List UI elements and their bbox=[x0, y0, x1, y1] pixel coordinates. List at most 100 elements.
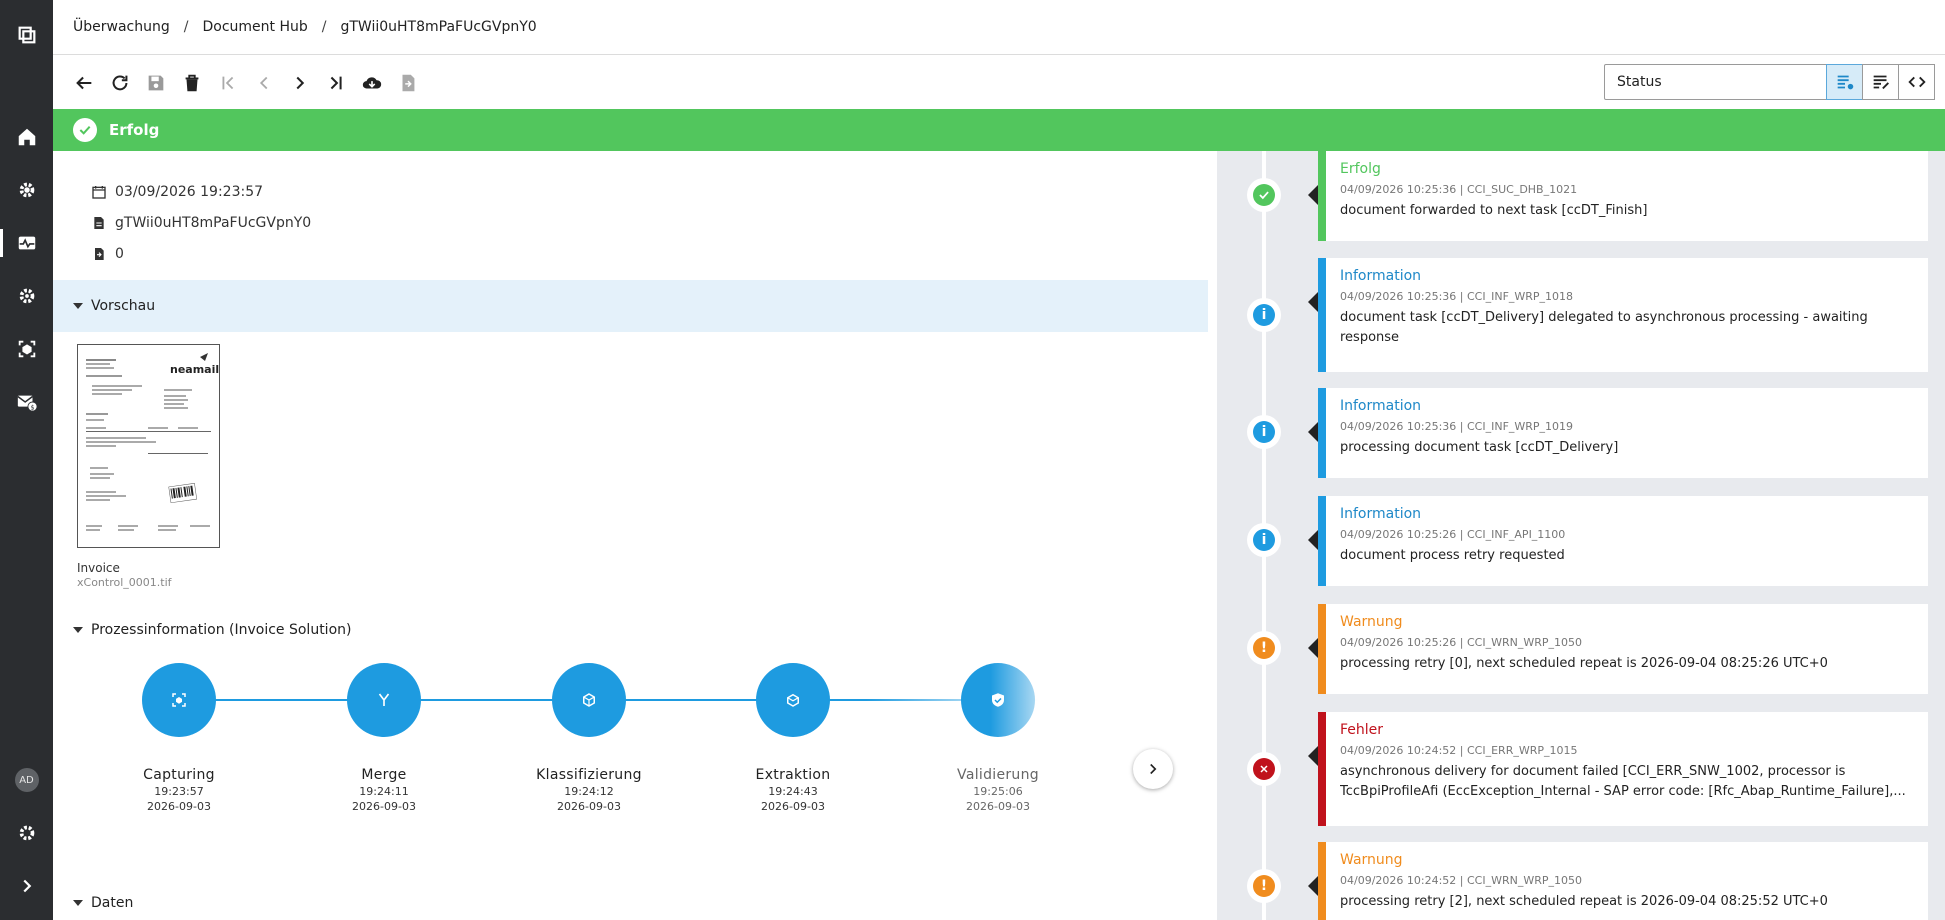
nav-config[interactable] bbox=[0, 276, 53, 316]
process-step-validation[interactable]: Validierung 19:25:06 2026-09-03 bbox=[918, 641, 1078, 813]
process-step-name: Extraktion bbox=[755, 767, 831, 783]
check-circle-icon bbox=[73, 118, 97, 142]
list-filter-icon bbox=[1837, 75, 1853, 90]
barcode-icon bbox=[168, 483, 197, 504]
process-step-time: 19:24:12 bbox=[564, 785, 614, 798]
process-step-classification[interactable]: Klassifizierung 19:24:12 2026-09-03 bbox=[509, 641, 669, 813]
breadcrumb-item-monitoring[interactable]: Überwachung bbox=[73, 19, 170, 35]
view-code-toggle[interactable] bbox=[1898, 64, 1935, 100]
event-message: processing document task [ccDT_Delivery] bbox=[1340, 440, 1619, 455]
nav-expand[interactable] bbox=[0, 866, 53, 906]
warning-icon: ! bbox=[1253, 637, 1275, 659]
event-message-continued: TccBpiProfileAfi (EccException_Internal … bbox=[1340, 784, 1906, 799]
event-title: Warnung bbox=[1340, 614, 1403, 630]
event-message: processing retry [0], next scheduled rep… bbox=[1340, 656, 1828, 671]
first-page-icon bbox=[222, 76, 234, 89]
previous-button[interactable] bbox=[246, 65, 282, 101]
status-select-value: Status bbox=[1617, 74, 1662, 90]
event-meta: 04/09/2026 10:24:52 | CCI_WRN_WRP_1050 bbox=[1340, 874, 1582, 887]
delete-button[interactable] bbox=[174, 65, 210, 101]
section-process-title: Prozessinformation (Invoice Solution) bbox=[91, 622, 352, 638]
document-count-row: 0 bbox=[91, 246, 124, 262]
chevron-right-icon bbox=[1150, 763, 1157, 775]
capture-icon bbox=[172, 693, 186, 707]
event-message: document forwarded to next task [ccDT_Fi… bbox=[1340, 203, 1648, 218]
process-step-name: Klassifizierung bbox=[536, 767, 642, 783]
thumbnail-brand: neamail bbox=[170, 363, 219, 376]
extract-icon bbox=[787, 693, 799, 707]
refresh-button[interactable] bbox=[102, 65, 138, 101]
timeline-event[interactable]: Information 04/09/2026 10:25:36 | CCI_IN… bbox=[1308, 388, 1928, 478]
process-step-date: 2026-09-03 bbox=[557, 800, 621, 813]
home-icon bbox=[18, 128, 35, 146]
refresh-icon bbox=[112, 75, 128, 90]
info-icon: i bbox=[1253, 529, 1275, 551]
next-button[interactable] bbox=[282, 65, 318, 101]
app-logo[interactable] bbox=[0, 15, 53, 55]
event-message: document task [ccDT_Delivery] delegated … bbox=[1340, 310, 1868, 345]
nav-home[interactable] bbox=[0, 117, 53, 157]
timeline-event[interactable]: Information 04/09/2026 10:25:36 | CCI_IN… bbox=[1308, 258, 1928, 372]
event-timeline: Erfolg 04/09/2026 10:25:36 | CCI_SUC_DHB… bbox=[1217, 151, 1945, 920]
breadcrumb: Überwachung / Document Hub / gTWii0uHT8m… bbox=[53, 0, 1945, 55]
process-step-extraction[interactable]: Extraktion 19:24:43 2026-09-03 bbox=[713, 641, 873, 813]
info-icon: i bbox=[1253, 421, 1275, 443]
section-preview-header[interactable]: Vorschau bbox=[53, 280, 1208, 332]
view-list-edit-toggle[interactable] bbox=[1862, 64, 1899, 100]
timeline-event[interactable]: Erfolg 04/09/2026 10:25:36 | CCI_SUC_DHB… bbox=[1308, 151, 1928, 241]
capture-icon bbox=[18, 340, 35, 358]
process-steps: Capturing 19:23:57 2026-09-03 Merge 19:2… bbox=[53, 641, 1208, 841]
nav-settings[interactable] bbox=[0, 170, 53, 210]
timeline-event[interactable]: Information 04/09/2026 10:25:26 | CCI_IN… bbox=[1308, 496, 1928, 586]
process-step-name: Merge bbox=[361, 767, 407, 783]
status-select[interactable]: Status bbox=[1604, 64, 1864, 100]
last-button[interactable] bbox=[318, 65, 354, 101]
process-step-time: 19:25:06 bbox=[973, 785, 1023, 798]
section-data-title: Daten bbox=[91, 894, 134, 911]
nav-monitoring[interactable] bbox=[0, 223, 53, 263]
timeline-event[interactable]: Warnung 04/09/2026 10:24:52 | CCI_WRN_WR… bbox=[1308, 842, 1928, 920]
caret-down-icon bbox=[73, 303, 83, 309]
process-step-time: 19:24:43 bbox=[768, 785, 818, 798]
classify-icon bbox=[583, 693, 595, 707]
event-meta: 04/09/2026 10:25:36 | CCI_INF_WRP_1019 bbox=[1340, 420, 1574, 433]
timeline-dot-info: i bbox=[1247, 523, 1281, 557]
event-title: Information bbox=[1340, 268, 1422, 284]
timeline-event[interactable]: Fehler 04/09/2026 10:24:52 | CCI_ERR_WRP… bbox=[1308, 712, 1928, 826]
caret-down-icon bbox=[73, 627, 83, 633]
document-thumbnail[interactable]: neamail bbox=[77, 344, 220, 548]
left-navigation: $ AD bbox=[0, 0, 53, 920]
nav-capture[interactable] bbox=[0, 329, 53, 369]
process-step-capturing[interactable]: Capturing 19:23:57 2026-09-03 bbox=[99, 641, 259, 813]
back-button[interactable] bbox=[66, 65, 102, 101]
trash-icon bbox=[185, 74, 199, 91]
timeline-dot-info: i bbox=[1247, 415, 1281, 449]
first-button[interactable] bbox=[210, 65, 246, 101]
timeline-event[interactable]: Warnung 04/09/2026 10:25:26 | CCI_WRN_WR… bbox=[1308, 604, 1928, 694]
warning-icon: ! bbox=[1253, 875, 1275, 897]
document-date-row: 03/09/2026 19:23:57 bbox=[91, 184, 263, 200]
section-data-header[interactable]: Daten bbox=[53, 885, 1208, 920]
page-arrow-icon bbox=[95, 248, 104, 260]
process-step-merge[interactable]: Merge 19:24:11 2026-09-03 bbox=[304, 641, 464, 813]
nav-mail[interactable]: $ bbox=[0, 382, 53, 422]
breadcrumb-separator: / bbox=[183, 19, 189, 35]
chevron-left-icon bbox=[259, 76, 268, 89]
code-icon bbox=[1907, 76, 1926, 88]
save-button[interactable] bbox=[138, 65, 174, 101]
breadcrumb-item-current: gTWii0uHT8mPaFUcGVpnY0 bbox=[340, 19, 537, 35]
view-timeline-toggle[interactable] bbox=[1826, 64, 1863, 100]
process-step-date: 2026-09-03 bbox=[761, 800, 825, 813]
process-step-circle bbox=[552, 663, 626, 737]
download-button[interactable] bbox=[354, 65, 390, 101]
document-arrow-icon bbox=[402, 74, 415, 91]
mail-money-icon: $ bbox=[16, 395, 38, 412]
document-action-button[interactable] bbox=[390, 65, 426, 101]
timeline-dot-info: i bbox=[1247, 298, 1281, 332]
breadcrumb-item-document-hub[interactable]: Document Hub bbox=[202, 19, 307, 35]
timeline-dot-success bbox=[1247, 178, 1281, 212]
nav-preferences[interactable] bbox=[0, 813, 53, 853]
document-date: 03/09/2026 19:23:57 bbox=[115, 184, 264, 200]
process-next-button[interactable] bbox=[1133, 749, 1173, 789]
user-avatar[interactable]: AD bbox=[0, 760, 53, 800]
